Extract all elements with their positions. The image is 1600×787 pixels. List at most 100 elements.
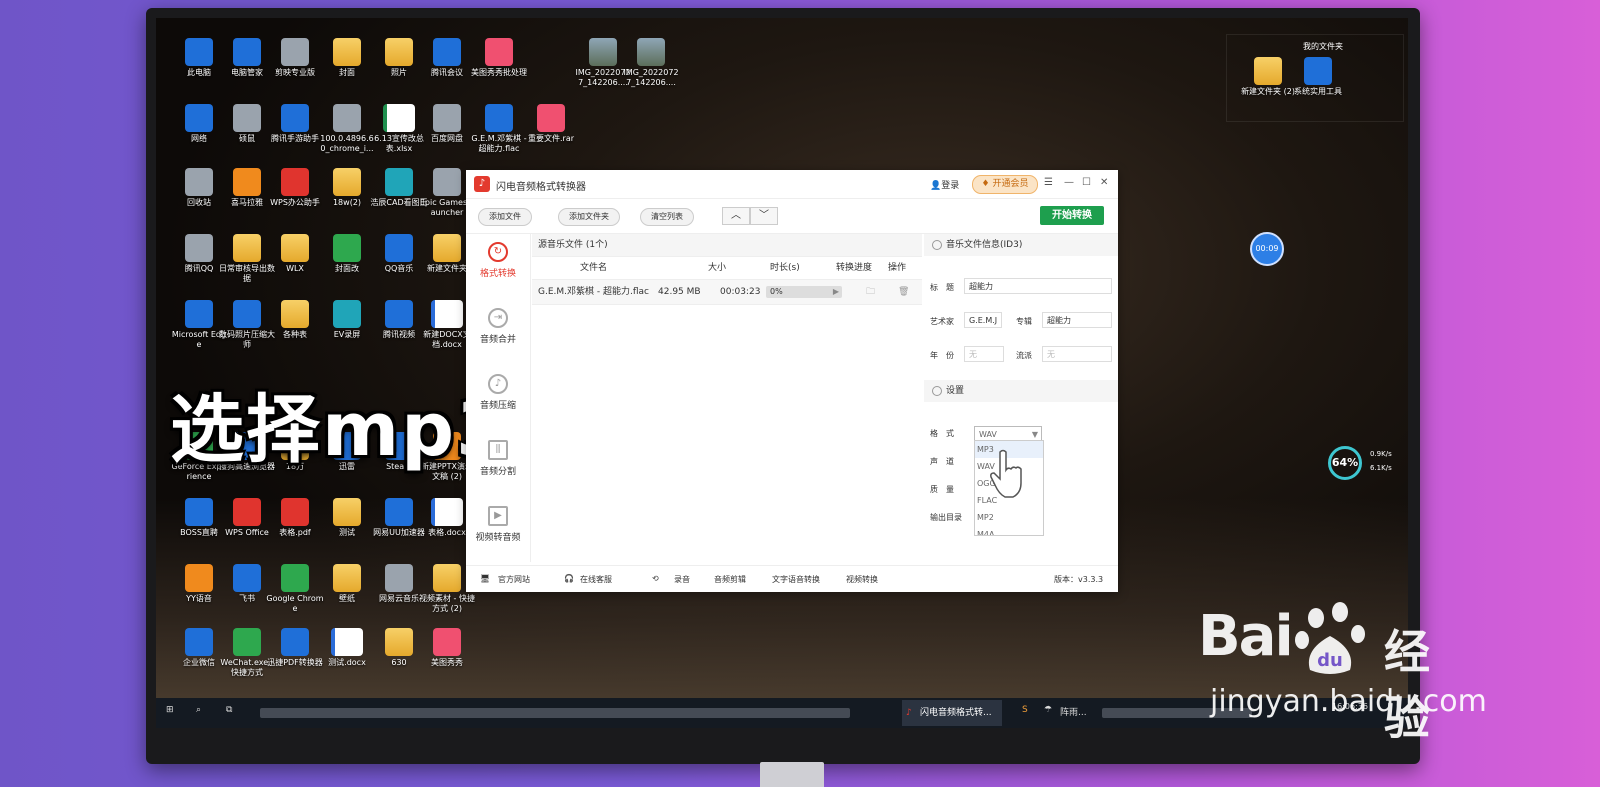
merge-icon: ⇥ (488, 308, 508, 328)
app-icon (431, 300, 463, 328)
row-filename: G.E.M.邓紫棋 - 超能力.flac (538, 287, 649, 297)
maximize-icon[interactable]: ☐ (1082, 177, 1091, 188)
desktop-icon[interactable]: 封面改 (318, 234, 376, 274)
desktop-icon[interactable]: Google Chrome (266, 564, 324, 614)
chevron-down-icon: ﹀ (759, 210, 769, 221)
desktop-icon-label: Google Chrome (266, 594, 324, 613)
record-icon: ⟲ (652, 574, 659, 583)
music-note-icon: ♪ (906, 708, 912, 718)
desktop-icon-label: 美图秀秀 (431, 658, 463, 667)
desktop-icon[interactable]: 迅捷PDF转换器 (266, 628, 324, 668)
menu-icon[interactable]: ☰ (1044, 177, 1053, 188)
audio-cut-link[interactable]: 音频剪辑 (714, 574, 746, 585)
nav-video-to-audio[interactable]: ▶ 视频转音频 (466, 498, 530, 558)
album-input[interactable]: 超能力 (1042, 312, 1112, 328)
app-icon (331, 628, 363, 656)
format-option-mp2[interactable]: MP2 (975, 509, 1043, 526)
desktop-icon[interactable]: EV录屏 (318, 300, 376, 340)
record-link[interactable]: 录音 (674, 574, 690, 585)
login-button[interactable]: 👤登录 (930, 178, 959, 191)
start-convert-button[interactable]: 开始转换 (1040, 206, 1104, 225)
format-option-m4a[interactable]: M4A (975, 526, 1043, 535)
app-icon (185, 168, 213, 196)
taskbar-active-app[interactable]: ♪ 闪电音频格式转... (902, 700, 1002, 726)
year-input[interactable]: 无 (964, 346, 1004, 362)
format-select[interactable]: WAV ▼ (974, 426, 1042, 441)
minimize-icon[interactable]: — (1064, 177, 1074, 188)
desktop-icon[interactable]: 壁纸 (318, 564, 376, 604)
clear-list-button[interactable]: 清空列表 (640, 208, 694, 226)
nav-format-convert[interactable]: ↻ 格式转换 (466, 234, 530, 294)
desktop-icon-label: WLX (286, 264, 304, 273)
app-icon (333, 234, 361, 262)
album-label: 专辑 (1016, 317, 1032, 326)
desktop-icon[interactable]: 18w(2) (318, 168, 376, 208)
desktop-icon[interactable]: G.E.M.邓紫棋 - 超能力.flac (470, 104, 528, 154)
app-icon (185, 564, 213, 592)
desktop-icon[interactable]: WPS办公助手 (266, 168, 324, 208)
vip-button[interactable]: ♦ 开通会员 (972, 175, 1038, 194)
app-icon (185, 300, 213, 328)
desktop-icon[interactable]: WLX (266, 234, 324, 274)
close-icon[interactable]: ✕ (1100, 177, 1108, 188)
move-down-button[interactable]: ﹀ (750, 207, 778, 225)
desktop-icon[interactable]: 封面 (318, 38, 376, 78)
desktop-icon[interactable]: 测试.docx (318, 628, 376, 668)
desktop-icon[interactable]: 美图秀秀批处理 (470, 38, 528, 78)
delete-icon[interactable]: 🗑 (898, 280, 909, 304)
desktop-icon[interactable]: 腾讯会议 (418, 38, 476, 78)
play-icon: ▶ (488, 506, 508, 526)
col-actions: 操作 (888, 263, 907, 273)
table-row[interactable]: G.E.M.邓紫棋 - 超能力.flac 42.95 MB 00:03:23 0… (532, 280, 922, 305)
app-icon (385, 498, 413, 526)
service-link[interactable]: 在线客服 (580, 574, 612, 585)
move-up-button[interactable]: ︿ (722, 207, 750, 225)
title-input[interactable]: 超能力 (964, 278, 1112, 294)
desktop-icon[interactable]: IMG_20220727_142206.... (622, 38, 680, 88)
folder-icon (1254, 57, 1282, 85)
weather-text[interactable]: 阵雨... (1060, 705, 1087, 721)
refresh-icon: ↻ (488, 242, 508, 262)
folder-icon (281, 234, 309, 262)
app-icon (637, 38, 665, 66)
app-icon (233, 104, 261, 132)
task-view-icon[interactable]: ⧉ (226, 705, 232, 721)
folder-icon (433, 564, 461, 592)
format-label: 格 式 (930, 429, 954, 438)
nav-audio-merge[interactable]: ⇥ 音频合并 (466, 300, 530, 360)
desktop-icon[interactable]: 百度网盘 (418, 104, 476, 144)
desktop-icon[interactable]: 测试 (318, 498, 376, 538)
app-icon (281, 104, 309, 132)
desktop-icon[interactable]: 美图秀秀 (418, 628, 476, 668)
search-icon[interactable]: ⌕ (196, 705, 201, 721)
windows-start-icon[interactable]: ⊞ (166, 705, 174, 721)
download-speed: 6.1K/s (1370, 464, 1392, 472)
open-folder-icon[interactable]: 🗀 (866, 280, 875, 304)
app-icon (233, 564, 261, 592)
website-link[interactable]: 官方网站 (498, 574, 530, 585)
app-icon (385, 234, 413, 262)
video-convert-link[interactable]: 视频转换 (846, 574, 878, 585)
desktop-icon[interactable]: 剪映专业版 (266, 38, 324, 78)
desktop-icon-system-tools[interactable]: 系统实用工具 (1289, 57, 1347, 97)
settings-panel: 音乐文件信息(ID3) 标 题 超能力 艺术家 G.E.M.J 专辑 超能力 年… (924, 234, 1118, 562)
add-file-button[interactable]: 添加文件 (478, 208, 532, 226)
tts-link[interactable]: 文字语音转换 (772, 574, 820, 585)
app-icon (385, 564, 413, 592)
desktop-icon[interactable]: 腾讯手游助手 (266, 104, 324, 144)
nav-audio-split[interactable]: ⫼ 音频分割 (466, 432, 530, 492)
artist-input[interactable]: G.E.M.J (964, 312, 1002, 328)
desktop-icon[interactable]: 重要文件.rar (522, 104, 580, 144)
timer-widget[interactable]: 00:09 (1250, 232, 1284, 266)
desktop-icon[interactable]: 各种表 (266, 300, 324, 340)
app-icon (383, 104, 415, 132)
nav-audio-compress[interactable]: ♪ 音频压缩 (466, 366, 530, 426)
row-progress-text: 0% (770, 287, 783, 296)
desktop-icon[interactable]: 100.0.4896.60_chrome_i... (318, 104, 376, 154)
genre-input[interactable]: 无 (1042, 346, 1112, 362)
audio-converter-window: ♪ 闪电音频格式转换器 👤登录 ♦ 开通会员 ☰ — ☐ ✕ 添加文件 添加文件… (466, 170, 1118, 592)
add-folder-button[interactable]: 添加文件夹 (558, 208, 620, 226)
tray-s-icon[interactable]: S (1022, 705, 1028, 721)
desktop-icon[interactable]: 表格.pdf (266, 498, 324, 538)
hand-cursor-icon (990, 449, 1022, 498)
